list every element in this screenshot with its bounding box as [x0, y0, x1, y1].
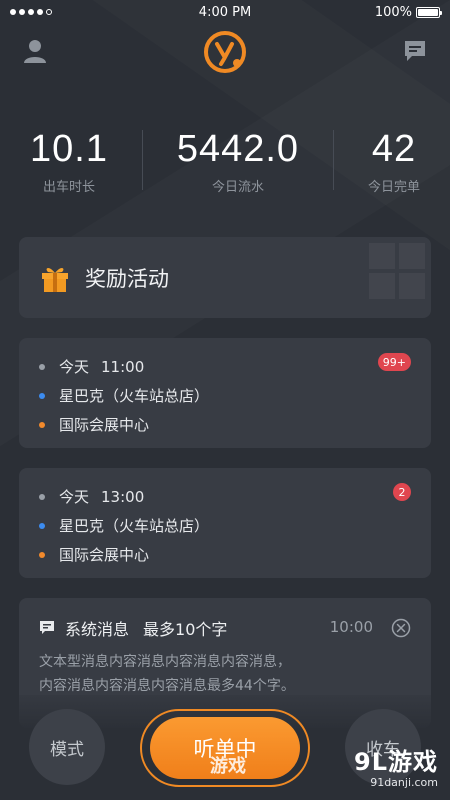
- mode-button[interactable]: 模式: [29, 709, 105, 785]
- stat-drive-hours: 10.1 出车时长: [30, 128, 108, 195]
- order-destination: 国际会展中心: [59, 416, 150, 434]
- order-destination-row: 国际会展中心: [39, 540, 411, 569]
- signal-strength-icon: [10, 9, 52, 15]
- stat-daily-revenue: 5442.0 今日流水: [177, 128, 299, 195]
- order-card[interactable]: 今天 13:00 星巴克（火车站总店） 国际会展中心 2: [19, 468, 431, 578]
- app-logo-icon: [204, 31, 246, 73]
- order-destination-row: 国际会展中心: [39, 410, 411, 439]
- order-time: 11:00: [101, 357, 145, 376]
- stat-label: 出车时长: [42, 180, 95, 195]
- destination-dot-icon: [39, 421, 45, 428]
- battery-indicator: 100%: [374, 4, 442, 20]
- stat-completed-orders: 42 今日完单: [368, 128, 420, 195]
- order-time-row: 今天 13:00: [39, 482, 411, 511]
- stat-divider: [333, 130, 335, 190]
- gift-icon: [42, 267, 68, 292]
- battery-percent: 100%: [374, 4, 412, 20]
- stat-label: 今日流水: [211, 180, 264, 195]
- watermark-url: 91danji.com: [370, 776, 438, 789]
- chat-bubble-icon[interactable]: [402, 38, 428, 64]
- reward-decoration: [351, 237, 431, 318]
- order-pickup-row: 星巴克（火车站总店）: [39, 381, 411, 410]
- stat-label: 今日完单: [367, 180, 420, 195]
- time-dot-icon: [39, 363, 45, 370]
- reward-activity-card[interactable]: 奖励活动: [19, 237, 431, 318]
- unread-badge: 99+: [377, 353, 411, 371]
- status-time: 4:00 PM: [198, 4, 252, 20]
- close-icon[interactable]: [391, 618, 411, 638]
- stat-value: 5442.0: [176, 128, 300, 170]
- user-icon[interactable]: [22, 38, 48, 64]
- watermark-left-text: 游戏: [210, 756, 246, 777]
- message-time: 10:00: [329, 618, 373, 636]
- reward-title: 奖励活动: [85, 266, 169, 291]
- unread-badge: 2: [393, 483, 411, 501]
- order-day: 今天: [59, 488, 90, 506]
- pickup-dot-icon: [39, 522, 45, 529]
- watermark-right: 9L游戏 91danji.com: [354, 748, 438, 790]
- order-card[interactable]: 今天 11:00 星巴克（火车站总店） 国际会展中心 99+: [19, 338, 431, 448]
- watermark-left: 游戏: [210, 748, 246, 782]
- time-dot-icon: [39, 493, 45, 500]
- order-time: 13:00: [101, 487, 145, 506]
- stat-value: 42: [371, 128, 417, 170]
- pickup-dot-icon: [39, 392, 45, 399]
- order-time-row: 今天 11:00: [39, 352, 411, 381]
- order-pickup: 星巴克（火车站总店）: [59, 517, 210, 535]
- status-bar: 4:00 PM 100%: [0, 0, 450, 24]
- message-subtitle: 最多10个字: [143, 620, 228, 639]
- message-body-line: 文本型消息内容消息内容消息内容消息，: [39, 654, 291, 670]
- message-body: 文本型消息内容消息内容消息内容消息， 内容消息内容消息内容消息最多44个字。: [39, 650, 411, 698]
- stat-value: 10.1: [30, 128, 108, 170]
- order-pickup-row: 星巴克（火车站总店）: [39, 511, 411, 540]
- message-icon: [40, 621, 54, 634]
- order-pickup: 星巴克（火车站总店）: [59, 387, 210, 405]
- order-destination: 国际会展中心: [59, 546, 150, 564]
- message-title: 系统消息: [65, 620, 130, 639]
- watermark-title: 9L游戏: [354, 748, 438, 776]
- daily-stats: 10.1 出车时长 5442.0 今日流水 42 今日完单: [0, 128, 450, 198]
- stat-divider: [141, 130, 143, 190]
- order-day: 今天: [59, 358, 90, 376]
- battery-icon: [416, 6, 442, 18]
- app-header: [0, 28, 450, 76]
- destination-dot-icon: [39, 551, 45, 558]
